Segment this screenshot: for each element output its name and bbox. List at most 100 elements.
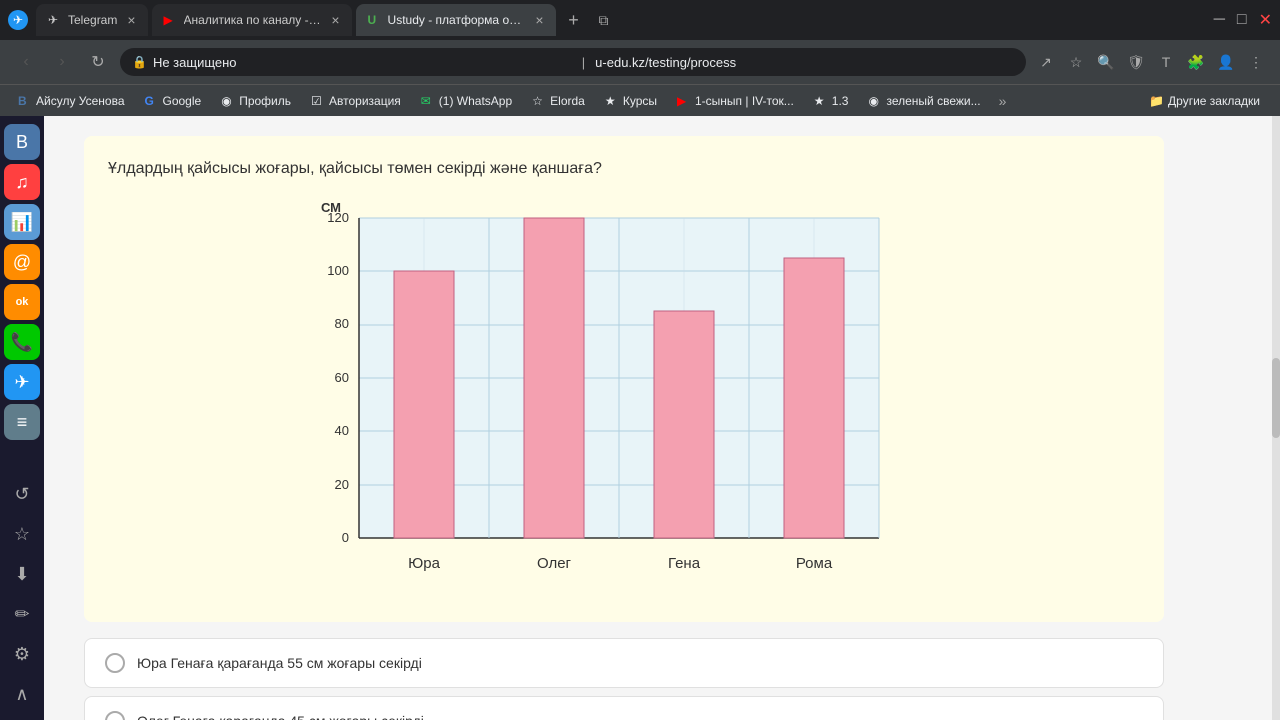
bookmark-google-label: Google — [163, 94, 202, 108]
sidebar-icon-telegram[interactable]: ✈ — [4, 364, 40, 400]
sidebar-icon-music[interactable]: ♫ — [4, 164, 40, 200]
sidebar-icon-vk[interactable]: В — [4, 124, 40, 160]
answer-text-2: Олег Генаға қарағанда 45 см жоғары секір… — [137, 713, 424, 720]
reload-button[interactable]: ↻ — [84, 48, 112, 76]
share-icon[interactable]: ↗ — [1034, 50, 1058, 74]
minimize-button[interactable]: ─ — [1214, 11, 1225, 29]
sidebar-icon-settings[interactable]: ⚙ — [4, 636, 40, 672]
auth-bookmark-icon: ☑ — [311, 94, 325, 108]
bookmark-green[interactable]: ◉ зеленый свежи... — [862, 92, 986, 110]
back-button[interactable]: ‹ — [12, 48, 40, 76]
sidebar-icon-list[interactable]: ≡ — [4, 404, 40, 440]
bookmark-auth[interactable]: ☑ Авторизация — [305, 92, 407, 110]
tab-telegram-label: Telegram — [68, 13, 117, 27]
bookmark-whatsapp[interactable]: ✉ (1) WhatsApp — [415, 92, 518, 110]
vk-bookmark-icon: В — [18, 94, 32, 108]
nav-action-icons: ↗ ☆ 🔍 🛡 T 🧩 👤 ⋮ — [1034, 50, 1268, 74]
address-url: u-edu.kz/testing/process — [595, 55, 1014, 70]
elorda-bookmark-icon: ☆ — [532, 94, 546, 108]
bookmark-num-label: 1.3 — [832, 94, 849, 108]
navigation-bar: ‹ › ↻ 🔒 Не защищено | u-edu.kz/testing/p… — [0, 40, 1280, 84]
svg-text:0: 0 — [342, 530, 349, 545]
sidebar-icon-chevron[interactable]: ∧ — [4, 676, 40, 712]
forward-button[interactable]: › — [48, 48, 76, 76]
sidebar-icon-mail[interactable]: @ — [4, 244, 40, 280]
shield-icon[interactable]: 🛡 — [1124, 50, 1148, 74]
bookmark-auth-label: Авторизация — [329, 94, 401, 108]
menu-icon[interactable]: ⋮ — [1244, 50, 1268, 74]
radio-1[interactable] — [105, 653, 125, 673]
title-bar: ✈ ✈ Telegram × ▶ Аналитика по каналу - Y… — [0, 0, 1280, 40]
tab-ustudy-close[interactable]: × — [535, 12, 543, 28]
page-content: Ұлдардың қайсысы жоғары, қайсысы төмен с… — [44, 116, 1280, 720]
bookmark-kursy-label: Курсы — [623, 94, 657, 108]
profile-icon[interactable]: 👤 — [1214, 50, 1238, 74]
extensions-icon2[interactable]: 🧩 — [1184, 50, 1208, 74]
profile-bookmark-icon: ◉ — [221, 94, 235, 108]
bookmark-star-icon[interactable]: ☆ — [1064, 50, 1088, 74]
bookmark-elorda[interactable]: ☆ Elorda — [526, 92, 591, 110]
tab-telegram-close[interactable]: × — [127, 12, 135, 28]
bookmark-school[interactable]: ▶ 1-сынып | IV-ток... — [671, 92, 800, 110]
search-icon[interactable]: 🔍 — [1094, 50, 1118, 74]
youtube-tab-icon: ▶ — [164, 13, 178, 27]
radio-2[interactable] — [105, 711, 125, 720]
svg-text:СМ: СМ — [321, 200, 341, 215]
maximize-button[interactable]: □ — [1237, 11, 1247, 29]
answer-text-1: Юра Генаға қарағанда 55 см жоғары секірд… — [137, 655, 422, 671]
sidebar-icon-pen[interactable]: ✏ — [4, 596, 40, 632]
scrollbar-thumb[interactable] — [1272, 358, 1280, 438]
label-yura: Юра — [408, 555, 440, 572]
bar-gena — [654, 311, 714, 538]
folder-icon: 📁 — [1149, 94, 1164, 108]
ustudy-tab-icon: U — [368, 13, 382, 27]
address-bar[interactable]: 🔒 Не защищено | u-edu.kz/testing/process — [120, 48, 1026, 76]
bookmark-num[interactable]: ★ 1.3 — [808, 92, 855, 110]
telegram-tab-icon: ✈ — [48, 13, 62, 27]
address-protocol: Не защищено — [153, 55, 572, 70]
other-bookmarks-folder[interactable]: 📁 Другие закладки — [1141, 92, 1268, 110]
address-separator: | — [582, 55, 585, 70]
answer-option-2[interactable]: Олег Генаға қарағанда 45 см жоғары секір… — [84, 696, 1164, 720]
content-wrapper: Ұлдардың қайсысы жоғары, қайсысы төмен с… — [44, 116, 1204, 720]
label-roma: Рома — [796, 555, 833, 572]
extensions-icon[interactable]: ⧉ — [592, 8, 616, 32]
chart-container: 120 100 80 60 40 20 0 СМ — [299, 198, 949, 598]
window-controls: ─ □ ✕ — [1214, 10, 1272, 30]
sidebar-icon-download[interactable]: ⬇ — [4, 556, 40, 592]
svg-text:20: 20 — [335, 477, 349, 492]
tab-youtube-label: Аналитика по каналу - YouTu... — [184, 13, 322, 27]
sidebar-icon-ok[interactable]: ok — [4, 284, 40, 320]
tab-telegram[interactable]: ✈ Telegram × — [36, 4, 148, 36]
tab-youtube-close[interactable]: × — [331, 12, 339, 28]
svg-text:40: 40 — [335, 423, 349, 438]
translate-icon[interactable]: T — [1154, 50, 1178, 74]
bookmarks-more-button[interactable]: » — [999, 93, 1007, 109]
sidebar-icon-history[interactable]: ↺ — [4, 476, 40, 512]
svg-text:60: 60 — [335, 370, 349, 385]
new-tab-button[interactable]: + — [560, 6, 588, 34]
bar-chart: 120 100 80 60 40 20 0 СМ — [299, 198, 919, 598]
bookmark-vk-label: Айсулу Усенова — [36, 94, 125, 108]
num-bookmark-icon: ★ — [814, 94, 828, 108]
tab-youtube[interactable]: ▶ Аналитика по каналу - YouTu... × — [152, 4, 352, 36]
green-bookmark-icon: ◉ — [868, 94, 882, 108]
tab-ustudy[interactable]: U Ustudy - платформа онлайн... × — [356, 4, 556, 36]
sidebar-icon-star[interactable]: ☆ — [4, 516, 40, 552]
bookmark-profile[interactable]: ◉ Профиль — [215, 92, 297, 110]
bookmark-kursy[interactable]: ★ Курсы — [599, 92, 663, 110]
bookmark-whatsapp-label: (1) WhatsApp — [439, 94, 512, 108]
label-oleg: Олег — [537, 555, 572, 572]
bookmark-profile-label: Профиль — [239, 94, 291, 108]
bookmark-google[interactable]: G Google — [139, 92, 208, 110]
left-sidebar: В ♫ 📊 @ ok 📞 ✈ ≡ ↺ ☆ ⬇ ✏ ⚙ ∧ — [0, 116, 44, 720]
main-area: В ♫ 📊 @ ok 📞 ✈ ≡ ↺ ☆ ⬇ ✏ ⚙ ∧ Ұлдардың қа… — [0, 116, 1280, 720]
sidebar-icon-stats[interactable]: 📊 — [4, 204, 40, 240]
close-button[interactable]: ✕ — [1259, 10, 1272, 30]
sidebar-icon-phone[interactable]: 📞 — [4, 324, 40, 360]
bookmark-vk[interactable]: В Айсулу Усенова — [12, 92, 131, 110]
answer-option-1[interactable]: Юра Генаға қарағанда 55 см жоғары секірд… — [84, 638, 1164, 688]
bookmark-green-label: зеленый свежи... — [886, 94, 980, 108]
bookmarks-bar: В Айсулу Усенова G Google ◉ Профиль ☑ Ав… — [0, 84, 1280, 116]
scrollbar[interactable] — [1272, 116, 1280, 720]
